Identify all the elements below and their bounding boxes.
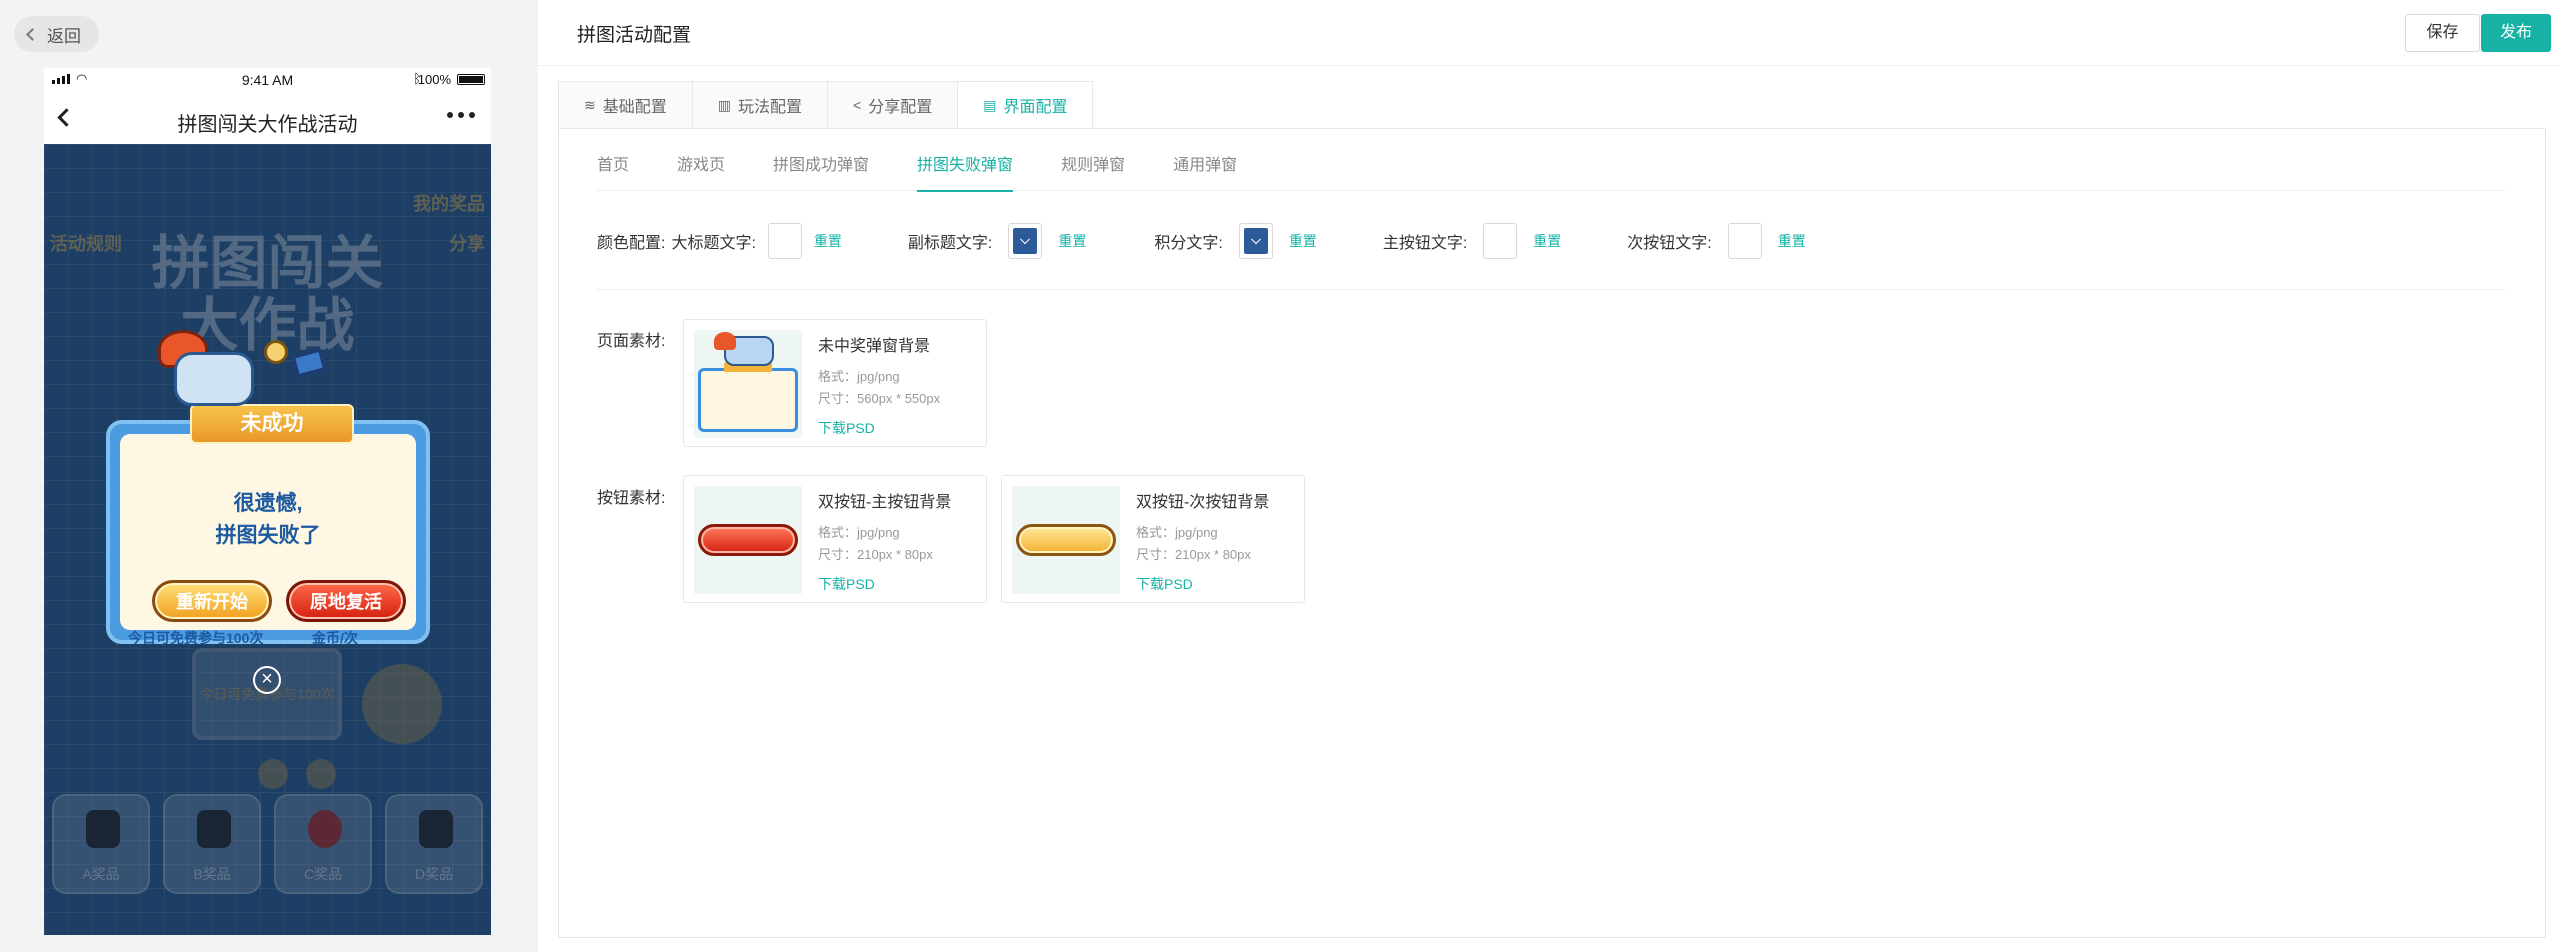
back-label: 返回 (47, 26, 81, 46)
color-picker[interactable] (1727, 223, 1762, 259)
color-item-title: 大标题文字: 重置 (671, 223, 842, 259)
divider (597, 289, 2505, 290)
subtab-fail-popup[interactable]: 拼图失败弹窗 (917, 151, 1014, 192)
color-name: 主按钮文字: (1382, 235, 1468, 252)
tab-gameplay[interactable]: ▥ 玩法配置 (691, 81, 827, 129)
page-subtabs: 首页 游戏页 拼图成功弹窗 拼图失败弹窗 规则弹窗 通用弹窗 (597, 151, 2505, 192)
asset-name: 未中奖弹窗背景 (818, 338, 931, 355)
share-icon: < (853, 97, 862, 113)
asset-name: 双按钮-主按钮背景 (818, 494, 952, 511)
page-assets-label: 页面素材: (597, 333, 666, 350)
save-button[interactable]: 保存 (2405, 14, 2480, 52)
popup-message-line1: 很遗憾, (233, 492, 303, 515)
color-name: 积分文字: (1154, 235, 1223, 252)
asset-size: 尺寸：210px * 80px (818, 547, 933, 562)
revive-button[interactable]: 原地复活 (286, 580, 406, 622)
asset-card: 双按钮-次按钮背景 格式：jpg/png 尺寸：210px * 80px 下载P… (1001, 475, 1305, 603)
battery-percent: 100% (417, 72, 451, 87)
tab-label: 界面配置 (1003, 99, 1068, 116)
status-bar: ◠ 9:41 AM ᛒ 100% (44, 68, 491, 90)
subtab-rules-popup[interactable]: 规则弹窗 (1061, 151, 1125, 191)
secondary-button-thumbnail (1012, 486, 1120, 594)
chevron-down-icon (1020, 234, 1031, 245)
tab-label: 玩法配置 (737, 99, 802, 116)
primary-button-thumbnail (694, 486, 802, 594)
color-item-primary-button: 主按钮文字: 重置 (1383, 223, 1561, 259)
asset-format: 格式：jpg/png (818, 369, 900, 384)
layers-icon: ≋ (584, 96, 596, 113)
tab-label: 分享配置 (868, 99, 933, 116)
page-header: 拼图活动配置 保存 发布 (538, 0, 2560, 66)
color-name: 大标题文字: (671, 235, 756, 252)
free-play-note: 今日可免费参与100次 (128, 630, 264, 646)
tab-share[interactable]: < 分享配置 (827, 81, 958, 129)
battery-icon (457, 74, 485, 85)
chevron-down-icon (1250, 234, 1261, 245)
reset-link[interactable]: 重置 (1289, 231, 1317, 251)
subtab-success-popup[interactable]: 拼图成功弹窗 (773, 151, 869, 191)
color-name: 副标题文字: (907, 235, 993, 252)
download-psd-link[interactable]: 下载PSD (818, 418, 875, 438)
back-button[interactable]: 返回 (14, 16, 99, 52)
popup-ribbon: 未成功 (190, 404, 354, 444)
chevron-left-icon (26, 27, 39, 41)
reset-link[interactable]: 重置 (1058, 231, 1086, 251)
color-item-subtitle: 副标题文字: 重置 (908, 223, 1086, 259)
page-title: 拼图活动配置 (577, 25, 692, 46)
tab-basic[interactable]: ≋ 基础配置 (558, 81, 692, 129)
download-psd-link[interactable]: 下载PSD (1136, 574, 1193, 594)
restart-button[interactable]: 重新开始 (152, 580, 272, 622)
tab-ui[interactable]: ▤ 界面配置 (957, 81, 1094, 129)
reset-link[interactable]: 重置 (1778, 231, 1806, 251)
subtab-common-popup[interactable]: 通用弹窗 (1173, 151, 1237, 191)
publish-button[interactable]: 发布 (2481, 14, 2551, 52)
subtab-game-page[interactable]: 游戏页 (677, 151, 725, 191)
preview-panel: 返回 ◠ 9:41 AM ᛒ 100% 拼图闯关大作战活动 拼图闯关 大作战 活… (0, 0, 538, 952)
fail-popup: 未成功 很遗憾, 拼图失败了 重新开始 原地复活 今日可免费参与100次 金币/… (106, 404, 430, 646)
close-icon[interactable]: × (253, 666, 281, 694)
coin-cost-note: 金币/次 (312, 630, 358, 646)
asset-card: 双按钮-主按钮背景 格式：jpg/png 尺寸：210px * 80px 下载P… (683, 475, 987, 603)
popup-bg-thumbnail (694, 330, 802, 438)
color-picker[interactable] (1238, 223, 1273, 259)
button-assets-label: 按钮素材: (597, 490, 666, 507)
asset-card: 未中奖弹窗背景 格式：jpg/png 尺寸：560px * 550px 下载PS… (683, 319, 987, 447)
config-tabs: ≋ 基础配置 ▥ 玩法配置 < 分享配置 ▤ 界面配置 (558, 81, 1094, 129)
popup-message: 很遗憾, 拼图失败了 (120, 488, 416, 552)
color-picker[interactable] (1483, 223, 1518, 259)
color-picker[interactable] (1008, 223, 1043, 259)
asset-size: 尺寸：560px * 550px (818, 391, 941, 406)
popup-message-line2: 拼图失败了 (215, 524, 321, 547)
asset-size: 尺寸：210px * 80px (1136, 547, 1251, 562)
phone-nav-bar: 拼图闯关大作战活动 (44, 96, 491, 140)
more-icon[interactable] (447, 112, 475, 118)
config-panel: 拼图活动配置 保存 发布 ≋ 基础配置 ▥ 玩法配置 < 分享配置 ▤ 界面配置… (538, 0, 2560, 952)
subtab-home[interactable]: 首页 (597, 151, 629, 191)
color-config-label: 颜色配置: (597, 235, 666, 252)
asset-format: 格式：jpg/png (1136, 525, 1218, 540)
reset-link[interactable]: 重置 (814, 231, 842, 251)
phone-preview: ◠ 9:41 AM ᛒ 100% 拼图闯关大作战活动 拼图闯关 大作战 活动规则… (44, 68, 491, 935)
reset-link[interactable]: 重置 (1533, 231, 1561, 251)
download-psd-link[interactable]: 下载PSD (818, 574, 875, 594)
mascot-illustration (144, 330, 364, 406)
color-config-row: 颜色配置: 大标题文字: 重置 副标题文字: 重置 积分文字: 重置 主按钮文字… (597, 221, 1806, 261)
color-picker[interactable] (767, 223, 802, 259)
gift-icon: ▥ (717, 96, 731, 113)
asset-name: 双按钮-次按钮背景 (1136, 494, 1270, 511)
config-content: 首页 游戏页 拼图成功弹窗 拼图失败弹窗 规则弹窗 通用弹窗 颜色配置: 大标题… (558, 128, 2546, 938)
tab-label: 基础配置 (602, 99, 667, 116)
color-item-secondary-button: 次按钮文字: 重置 (1627, 223, 1806, 259)
phone-nav-title: 拼图闯关大作战活动 (177, 114, 358, 136)
asset-format: 格式：jpg/png (818, 525, 900, 540)
layout-icon: ▤ (983, 96, 997, 113)
color-item-score: 积分文字: 重置 (1154, 223, 1317, 259)
color-name: 次按钮文字: (1627, 235, 1712, 252)
